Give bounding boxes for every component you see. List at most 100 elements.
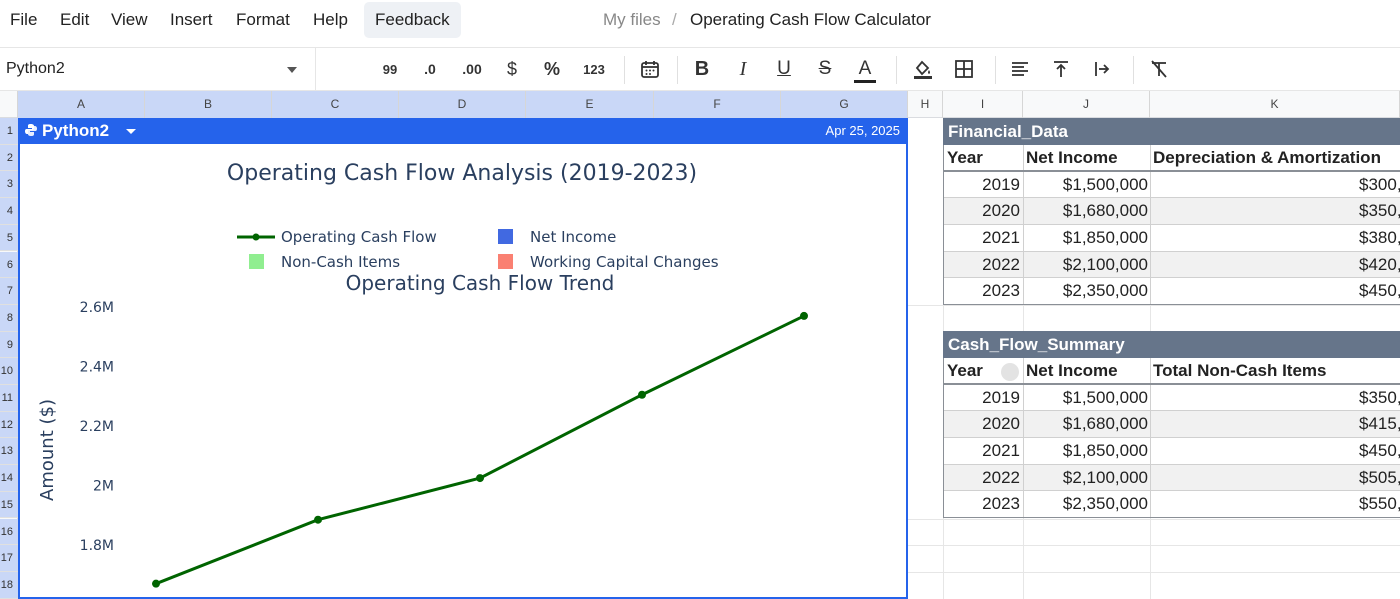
cell-total-non-cash[interactable]: $350,0 — [1151, 385, 1400, 411]
cell-net-income[interactable]: $2,100,000 — [1024, 465, 1150, 491]
row-header-6[interactable]: 6 — [0, 251, 18, 279]
row-header-9[interactable]: 9 — [0, 331, 18, 359]
cell-depreciation[interactable]: $300,0 — [1151, 172, 1400, 198]
column-header-g[interactable]: G — [781, 91, 908, 118]
select-all-corner[interactable] — [0, 91, 18, 118]
row-header-4[interactable]: 4 — [0, 198, 18, 225]
vertical-align-top-icon[interactable] — [1050, 57, 1072, 81]
column-header-h[interactable]: H — [908, 91, 943, 118]
cell-net-income[interactable]: $1,680,000 — [1024, 198, 1150, 224]
row-header-1[interactable]: 1 — [0, 118, 18, 145]
menu-edit[interactable]: Edit — [60, 8, 89, 36]
decrease-decimal-button[interactable]: .0 — [416, 57, 444, 81]
column-header-k[interactable]: K — [1150, 91, 1400, 118]
cell-year[interactable]: 2020 — [944, 198, 1022, 224]
cell-year[interactable]: 2023 — [944, 278, 1022, 304]
row-header-12[interactable]: 12 — [0, 411, 18, 439]
cell-net-income[interactable]: $1,500,000 — [1024, 385, 1150, 411]
row-header-18[interactable]: 18 — [0, 571, 18, 599]
column-header-b[interactable]: B — [145, 91, 272, 118]
menu-insert[interactable]: Insert — [170, 8, 213, 36]
cell-net-income[interactable]: $2,350,000 — [1024, 278, 1150, 304]
clear-formatting-icon[interactable] — [1148, 57, 1170, 81]
cell-total-non-cash[interactable]: $550,0 — [1151, 491, 1400, 517]
cell-year[interactable]: 2019 — [944, 385, 1022, 411]
column-header-j[interactable]: J — [1023, 91, 1150, 118]
row-header-16[interactable]: 16 — [0, 518, 18, 546]
row-header-2[interactable]: 2 — [0, 144, 18, 172]
header-year[interactable]: Year — [947, 145, 1023, 171]
financial-data-title[interactable]: Financial_Data — [943, 118, 1400, 145]
header-total-non-cash[interactable]: Total Non-Cash Items — [1153, 358, 1400, 384]
italic-button[interactable]: I — [733, 57, 753, 81]
increase-decimal-button[interactable]: .00 — [458, 57, 486, 81]
column-header-d[interactable]: D — [399, 91, 526, 118]
row-header-11[interactable]: 11 — [0, 385, 18, 412]
calendar-icon[interactable] — [639, 57, 661, 81]
cash-flow-summary-title[interactable]: Cash_Flow_Summary — [943, 331, 1400, 358]
cell-net-income[interactable]: $2,350,000 — [1024, 491, 1150, 517]
cell-net-income[interactable]: $2,100,000 — [1024, 252, 1150, 278]
menu-help[interactable]: Help — [313, 8, 348, 36]
column-header-e[interactable]: E — [526, 91, 654, 118]
row-header-8[interactable]: 8 — [0, 304, 18, 332]
cell-total-non-cash[interactable]: $415,0 — [1151, 411, 1400, 437]
breadcrumb-my-files[interactable]: My files — [603, 8, 661, 32]
number-format-button[interactable]: 123 — [580, 57, 608, 81]
row-header-14[interactable]: 14 — [0, 465, 18, 492]
header-net-income[interactable]: Net Income — [1026, 358, 1150, 384]
menu-format[interactable]: Format — [236, 8, 290, 36]
cell-reference-box[interactable]: Python2 — [0, 48, 316, 90]
currency-format-button[interactable]: $ — [503, 57, 521, 81]
cell-year[interactable]: 2020 — [944, 411, 1022, 437]
cell-year[interactable]: 2022 — [944, 465, 1022, 491]
feedback-button[interactable]: Feedback — [364, 2, 461, 38]
row-header-17[interactable]: 17 — [0, 545, 18, 572]
cell-year[interactable]: 2021 — [944, 225, 1022, 251]
quote-format-button[interactable]: 99 — [380, 57, 400, 81]
column-header-a[interactable]: A — [18, 91, 145, 118]
row-header-5[interactable]: 5 — [0, 224, 18, 252]
cell-year[interactable]: 2019 — [944, 172, 1022, 198]
python-cell-header[interactable]: Python2 Apr 25, 2025 — [18, 118, 908, 144]
text-wrap-icon[interactable] — [1091, 57, 1113, 81]
row-header-7[interactable]: 7 — [0, 278, 18, 305]
underline-button[interactable]: U — [774, 57, 794, 81]
row-header-3[interactable]: 3 — [0, 171, 18, 199]
row-header-10[interactable]: 10 — [0, 358, 18, 385]
header-depreciation[interactable]: Depreciation & Amortization — [1153, 145, 1400, 171]
menu-file[interactable]: File — [10, 8, 37, 36]
fill-color-icon[interactable] — [911, 57, 935, 81]
strikethrough-button[interactable]: S — [814, 57, 836, 81]
align-left-icon[interactable] — [1009, 57, 1031, 81]
header-net-income[interactable]: Net Income — [1026, 145, 1150, 171]
row-header-13[interactable]: 13 — [0, 438, 18, 466]
cell-depreciation[interactable]: $350,0 — [1151, 198, 1400, 224]
column-header-i[interactable]: I — [943, 91, 1023, 118]
chevron-down-icon[interactable] — [126, 129, 136, 134]
cell-net-income[interactable]: $1,680,000 — [1024, 411, 1150, 437]
bold-button[interactable]: B — [692, 57, 712, 81]
column-header-f[interactable]: F — [654, 91, 781, 118]
cell-year[interactable]: 2021 — [944, 438, 1022, 464]
table-row: 2019 $1,500,000 $300,0 — [944, 171, 1400, 199]
cell-total-non-cash[interactable]: $450,0 — [1151, 438, 1400, 464]
cell-net-income[interactable]: $1,850,000 — [1024, 225, 1150, 251]
cell-net-income[interactable]: $1,500,000 — [1024, 172, 1150, 198]
row-header-15[interactable]: 15 — [0, 491, 18, 519]
cell-depreciation[interactable]: $420,0 — [1151, 252, 1400, 278]
cell-year[interactable]: 2023 — [944, 491, 1022, 517]
menu-view[interactable]: View — [111, 8, 148, 36]
text-color-button[interactable]: A — [854, 57, 876, 83]
borders-icon[interactable] — [953, 57, 975, 81]
cell-total-non-cash[interactable]: $505,0 — [1151, 465, 1400, 491]
table-row: 2022 $2,100,000 $420,0 — [944, 251, 1400, 279]
cell-net-income[interactable]: $1,850,000 — [1024, 438, 1150, 464]
chevron-down-icon[interactable] — [287, 67, 297, 73]
percent-format-button[interactable]: % — [541, 57, 563, 81]
column-header-c[interactable]: C — [272, 91, 399, 118]
cell-depreciation[interactable]: $380,0 — [1151, 225, 1400, 251]
cell-year[interactable]: 2022 — [944, 252, 1022, 278]
document-title[interactable]: Operating Cash Flow Calculator — [690, 8, 931, 32]
cell-depreciation[interactable]: $450,0 — [1151, 278, 1400, 304]
